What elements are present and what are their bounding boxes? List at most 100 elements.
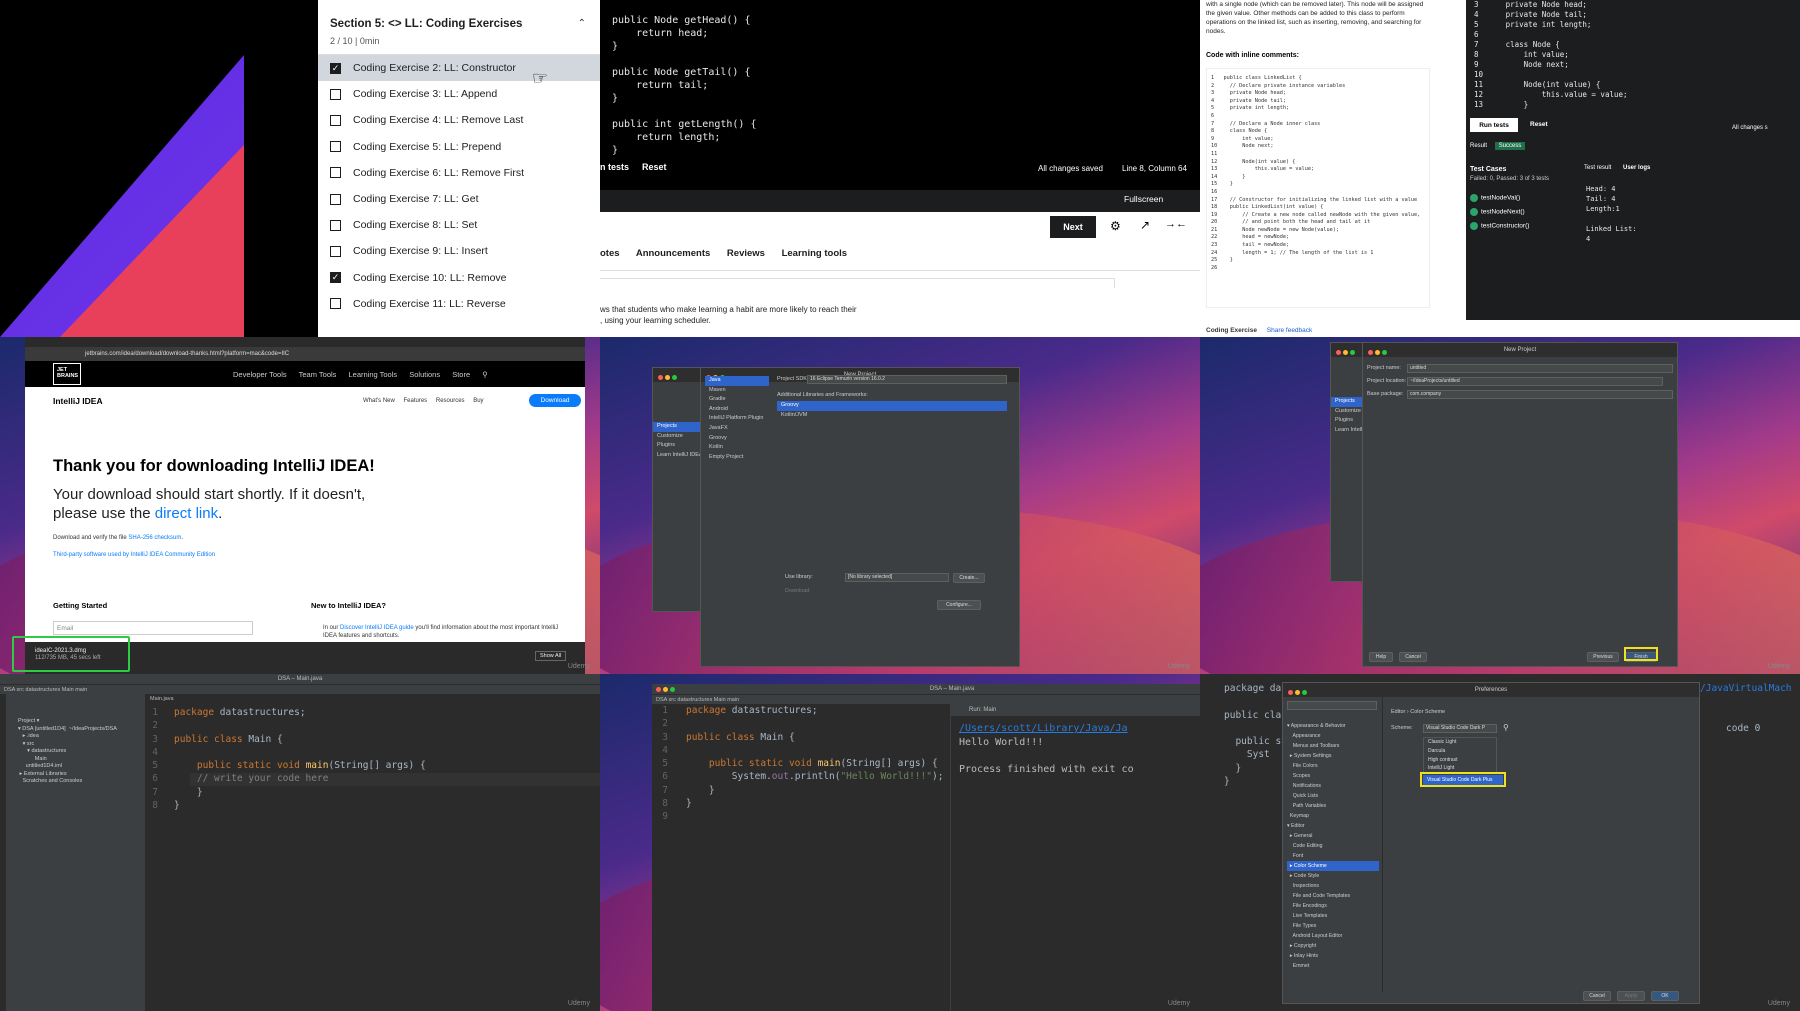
reset-button[interactable]: Reset <box>1530 121 1548 128</box>
third-party-link[interactable]: Third-party software used by IntelliJ ID… <box>53 552 215 558</box>
settings-search-input[interactable] <box>1287 701 1377 710</box>
project-type-item[interactable]: IntelliJ Platform Plugin <box>705 414 769 424</box>
exercise-item[interactable]: ✓ Coding Exercise 2: LL: Constructor <box>318 55 600 82</box>
checksum-link[interactable]: SHA-256 checksum <box>128 535 181 541</box>
nav-breadcrumb[interactable]: DSA src datastructures Main main <box>652 694 1200 704</box>
tab-reviews[interactable]: Reviews <box>727 248 765 259</box>
fullscreen-button[interactable]: Fullscreen <box>1124 194 1163 204</box>
expand-icon[interactable]: ↗ <box>1140 218 1150 232</box>
collapse-icon[interactable]: →← <box>1165 218 1187 230</box>
search-icon[interactable]: ⚲ <box>1503 723 1509 732</box>
project-type-item[interactable]: Java <box>705 376 769 386</box>
lib-groovy[interactable]: Groovy <box>777 401 1007 411</box>
exercise-item[interactable]: Coding Exercise 9: LL: Insert <box>318 238 600 264</box>
base-package-input[interactable]: com.company <box>1407 390 1673 399</box>
cancel-button[interactable]: Cancel <box>1399 652 1427 662</box>
run-tests-button[interactable]: n tests <box>600 162 629 172</box>
exercise-item[interactable]: Coding Exercise 4: LL: Remove Last <box>318 107 600 133</box>
exercise-item[interactable]: Coding Exercise 5: LL: Prepend <box>318 134 600 160</box>
test-case-item[interactable]: testNodeVal() <box>1470 194 1520 202</box>
sdk-select[interactable]: 16 Eclipse Temurin version 16.0.2 <box>807 375 1007 384</box>
search-icon[interactable]: ⚲ <box>482 370 488 379</box>
exercise-item[interactable]: Coding Exercise 6: LL: Remove First <box>318 160 600 186</box>
exercise-item[interactable]: Coding Exercise 8: LL: Set <box>318 212 600 238</box>
address-bar[interactable]: jetbrains.com/idea/download/download-tha… <box>25 347 585 361</box>
email-field[interactable]: Email <box>53 621 253 635</box>
tab-main-java[interactable]: Main.java <box>150 696 174 702</box>
nav-breadcrumb[interactable]: DSA src datastructures Main main <box>0 684 600 694</box>
exercise-checkbox[interactable] <box>330 245 341 257</box>
exercise-checkbox[interactable] <box>330 141 341 153</box>
project-type-item[interactable]: Gradle <box>705 395 769 405</box>
exercise-item[interactable]: Coding Exercise 11: LL: Reverse <box>318 291 600 317</box>
link-buy[interactable]: Buy <box>473 398 483 404</box>
project-type-item[interactable]: Kotlin <box>705 443 769 453</box>
project-tree[interactable]: Project ▾ ▾ DSA [untitled1D4] ~/IdeaProj… <box>18 718 117 786</box>
exercise-checkbox[interactable] <box>330 298 341 310</box>
exercise-checkbox[interactable] <box>330 88 341 100</box>
tab-announcements[interactable]: Announcements <box>636 248 710 259</box>
nav-team-tools[interactable]: Team Tools <box>299 370 337 379</box>
nav-store[interactable]: Store <box>452 370 470 379</box>
help-button[interactable]: Help <box>1369 652 1393 662</box>
chevron-up-icon[interactable]: ⌃ <box>578 18 586 29</box>
run-config-tab[interactable]: Main <box>983 707 996 713</box>
exercise-checkbox[interactable]: ✓ <box>330 62 341 74</box>
exercise-item[interactable]: Coding Exercise 7: LL: Get <box>318 186 600 212</box>
exercise-checkbox[interactable] <box>330 219 341 231</box>
tab-learning-tools[interactable]: Learning tools <box>782 248 847 259</box>
java-path-link[interactable]: /Users/scott/Library/Java/Ja <box>959 723 1128 734</box>
configure-button[interactable]: Configure... <box>937 600 981 610</box>
exercise-item[interactable]: Coding Exercise 3: LL: Append <box>318 81 600 107</box>
apply-button[interactable]: Apply <box>1617 991 1645 1001</box>
project-name-input[interactable]: untitled <box>1407 364 1673 373</box>
lib-kotlin[interactable]: Kotlin/JVM <box>777 411 1007 421</box>
code-editor[interactable]: public Node getHead() { return head; } p… <box>600 0 1200 190</box>
settings-tree[interactable]: ▾ Appearance & Behavior Appearance Menus… <box>1287 721 1379 971</box>
code-editor[interactable]: package datastructures; public class Mai… <box>686 704 943 810</box>
product-name[interactable]: IntelliJ IDEA <box>53 396 103 406</box>
guide-link[interactable]: Discover IntelliJ IDEA guide <box>340 625 414 631</box>
nav-solutions[interactable]: Solutions <box>409 370 440 379</box>
gear-icon[interactable]: ⚙ <box>1110 219 1121 233</box>
scheme-option[interactable]: Classic Light <box>1428 738 1496 747</box>
exercise-checkbox[interactable] <box>330 167 341 179</box>
scheme-option[interactable]: High contrast <box>1428 756 1496 765</box>
jetbrains-logo[interactable]: JET BRAINS <box>53 363 81 385</box>
tree-item-color-scheme[interactable]: ▸ Color Scheme <box>1287 861 1379 871</box>
download-option[interactable]: Download <box>785 588 809 594</box>
link-whats-new[interactable]: What's New <box>363 398 395 404</box>
reset-button[interactable]: Reset <box>642 162 667 172</box>
scheme-select[interactable]: Visual Studio Code Dark P <box>1423 724 1497 733</box>
test-case-item[interactable]: testConstructor() <box>1470 222 1529 230</box>
tab-notes[interactable]: otes <box>600 248 620 259</box>
project-type-item[interactable]: Groovy <box>705 434 769 444</box>
project-type-item[interactable]: Maven <box>705 386 769 396</box>
link-resources[interactable]: Resources <box>436 398 465 404</box>
test-case-item[interactable]: testNodeNext() <box>1470 208 1525 216</box>
project-type-item[interactable]: JavaFX <box>705 424 769 434</box>
cancel-button[interactable]: Cancel <box>1583 991 1611 1001</box>
exercise-checkbox[interactable] <box>330 114 341 126</box>
ok-button[interactable]: OK <box>1651 991 1679 1001</box>
tab-test-result[interactable]: Test result <box>1584 165 1611 171</box>
exercise-item[interactable]: ✓ Coding Exercise 10: LL: Remove <box>318 265 600 291</box>
link-features[interactable]: Features <box>404 398 428 404</box>
tab-user-logs[interactable]: User logs <box>1623 165 1650 171</box>
next-button[interactable]: Next <box>1050 216 1096 238</box>
section-header[interactable]: Section 5: <> LL: Coding Exercises 2 / 1… <box>318 0 600 55</box>
create-button[interactable]: Create... <box>953 573 985 583</box>
exercise-checkbox[interactable]: ✓ <box>330 272 341 284</box>
library-select[interactable]: [No library selected] <box>845 573 949 582</box>
code-editor[interactable]: package datastructures; public class Mai… <box>174 706 426 812</box>
share-feedback-link[interactable]: Share feedback <box>1267 327 1313 334</box>
download-button[interactable]: Download <box>529 394 581 407</box>
direct-link[interactable]: direct link <box>155 505 218 522</box>
show-all-button[interactable]: Show All <box>535 651 567 661</box>
project-location-input[interactable]: ~/IdeaProjects/untitled <box>1407 377 1663 386</box>
scheme-option[interactable]: Darcula <box>1428 747 1496 756</box>
exercise-checkbox[interactable] <box>330 193 341 205</box>
nav-learning-tools[interactable]: Learning Tools <box>349 370 398 379</box>
project-type-item[interactable]: Android <box>705 405 769 415</box>
nav-developer-tools[interactable]: Developer Tools <box>233 370 287 379</box>
